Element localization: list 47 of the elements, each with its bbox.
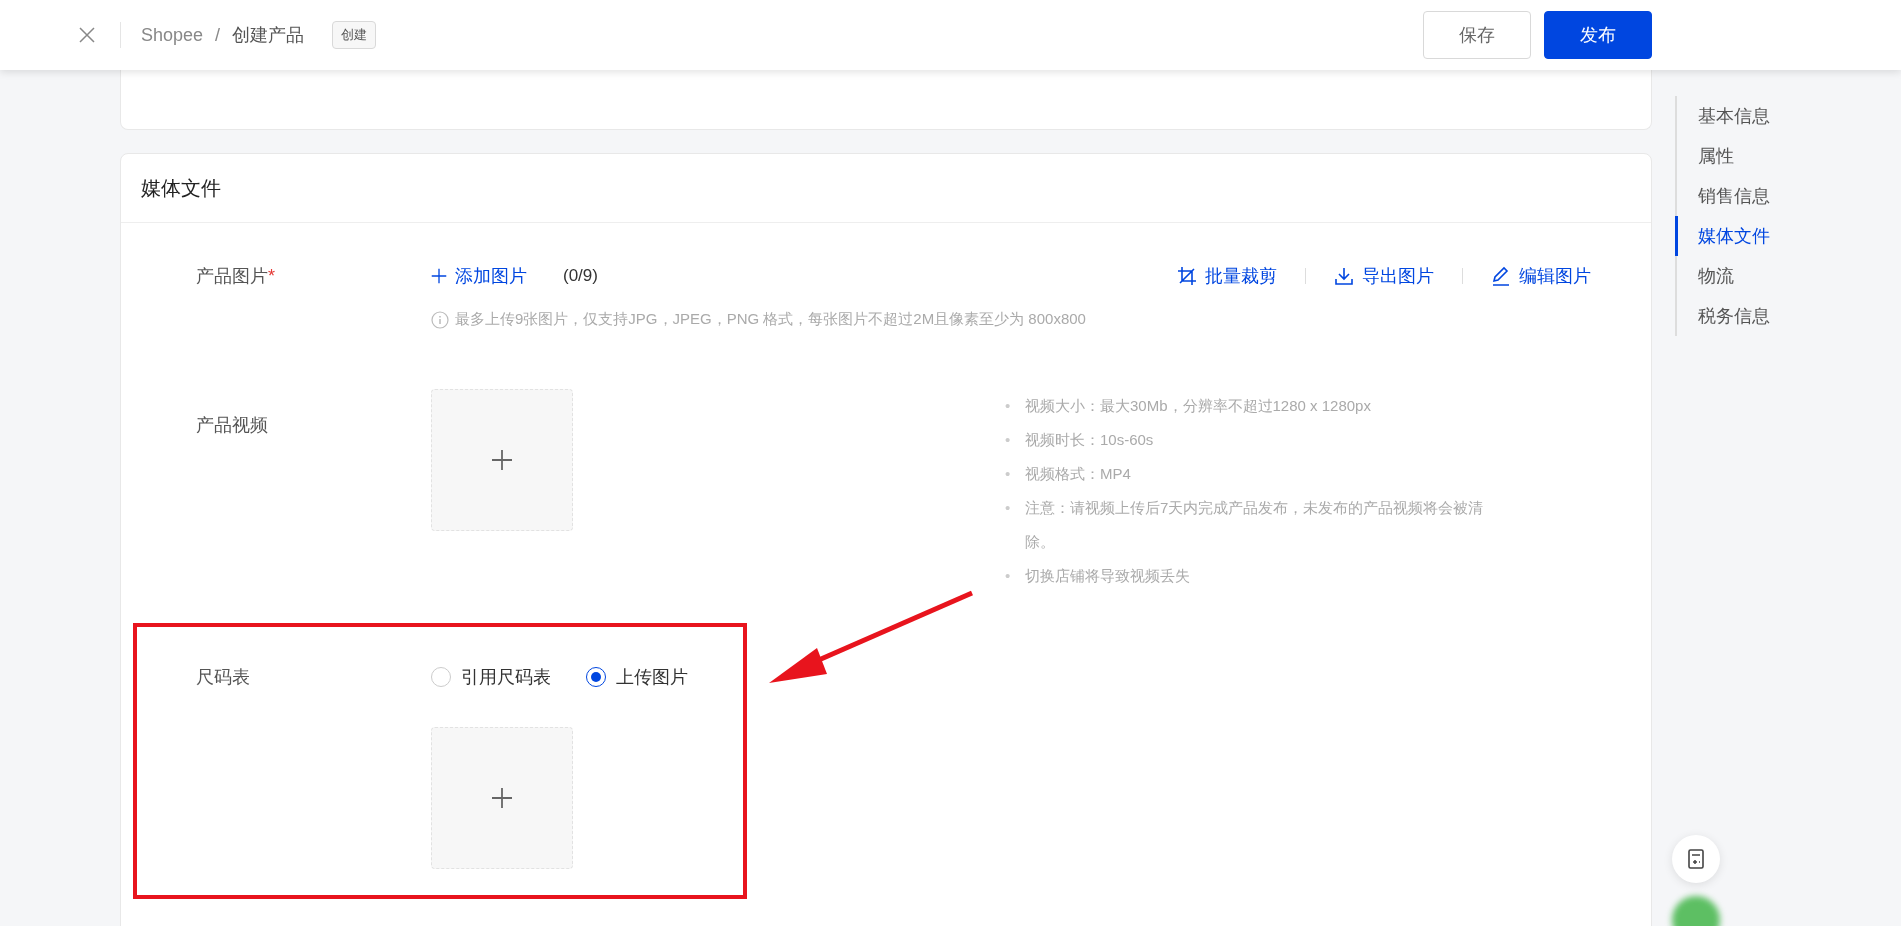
requirement-note: 视频大小：最大30Mb，分辨率不超过1280 x 1280px <box>1025 396 1372 416</box>
close-icon <box>79 27 95 43</box>
requirement-note: 视频时长：10s-60s <box>1025 430 1155 450</box>
download-icon <box>1334 266 1354 286</box>
calculator-button[interactable] <box>1672 835 1720 883</box>
video-upload-box[interactable] <box>431 389 573 531</box>
nav-link[interactable]: 销售信息 <box>1675 176 1770 216</box>
image-upload-box[interactable] <box>431 727 573 869</box>
save-button[interactable]: 保存 <box>1423 11 1531 59</box>
requirement-note: 注意：请视频上传后7天内完成产品发布，未发布的产品视频将会被清除。 <box>1025 498 1485 552</box>
radio-option[interactable]: 引用尺码表 <box>431 665 551 689</box>
field-label: 产品图片* <box>195 265 276 288</box>
breadcrumb-item[interactable]: Shopee <box>141 24 204 46</box>
plus-icon <box>491 787 513 809</box>
pencil-icon <box>1491 266 1511 286</box>
bullet-mark: • <box>1005 396 1012 416</box>
bullet-mark: • <box>1005 498 1012 518</box>
publish-button[interactable]: 发布 <box>1544 11 1652 59</box>
nav-link[interactable]: 物流 <box>1675 256 1770 296</box>
status-tag: 创建 <box>332 21 377 49</box>
field-label: 尺码表 <box>195 666 251 689</box>
image-action-button[interactable]: 编辑图片 <box>1491 264 1591 288</box>
bullet-mark: • <box>1005 464 1012 484</box>
plus-icon <box>491 449 513 471</box>
nav-link[interactable]: 税务信息 <box>1675 296 1770 336</box>
requirement-note: 视频格式：MP4 <box>1025 464 1132 484</box>
info-icon <box>431 310 449 329</box>
nav-link[interactable]: 媒体文件 <box>1675 216 1770 256</box>
radio-option[interactable]: 上传图片 <box>586 665 688 689</box>
required-mark: * <box>268 266 275 286</box>
image-action-button[interactable]: 导出图片 <box>1334 264 1434 288</box>
calculator-icon <box>1685 848 1707 870</box>
image-count: (0/9) <box>563 266 598 286</box>
image-action-button[interactable]: 批量裁剪 <box>1177 264 1277 288</box>
bullet-mark: • <box>1005 566 1012 586</box>
nav-link[interactable]: 属性 <box>1675 136 1770 176</box>
breadcrumb-separator: / <box>215 24 221 46</box>
nav-link[interactable]: 基本信息 <box>1675 96 1770 136</box>
breadcrumb-item: 创建产品 <box>232 24 305 47</box>
bullet-mark: • <box>1005 430 1012 450</box>
hint-text: 最多上传9张图片，仅支持JPG，JPEG，PNG 格式，每张图片不超过2M且像素至少为 800x800 <box>455 310 1086 329</box>
crop-icon <box>1177 266 1197 286</box>
field-label: 产品视频 <box>195 414 269 437</box>
section-title: 媒体文件 <box>121 154 1651 223</box>
requirement-note: 切换店铺将导致视频丢失 <box>1025 566 1191 586</box>
add-image-button[interactable]: 添加图片 <box>431 264 527 288</box>
plus-icon <box>431 268 447 284</box>
